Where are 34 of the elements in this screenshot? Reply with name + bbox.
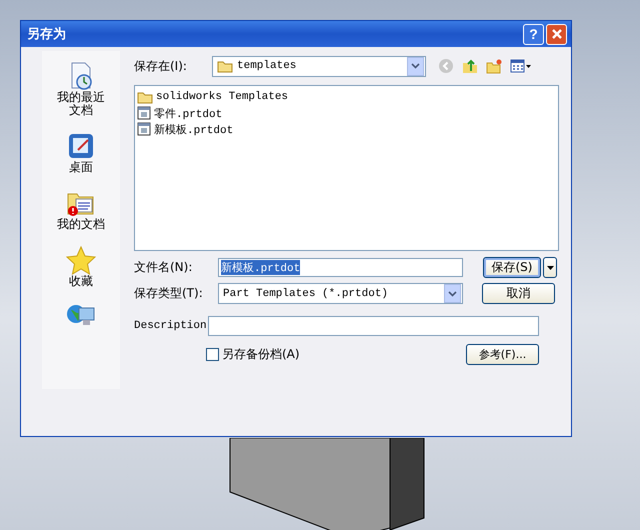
view-menu-icon[interactable] <box>510 58 532 74</box>
save-in-dropdown[interactable]: templates <box>212 56 426 76</box>
new-folder-icon[interactable] <box>486 58 502 74</box>
place-label[interactable]: 桌面 <box>55 161 107 174</box>
desktop-icon[interactable] <box>66 131 96 161</box>
window-title: 另存为 <box>27 26 67 43</box>
file-name-field[interactable]: 新模板.prtdot <box>218 258 463 277</box>
file-item[interactable]: 新模板.prtdot <box>137 121 556 137</box>
folder-icon <box>217 60 233 72</box>
file-item[interactable]: 零件.prtdot <box>137 105 556 121</box>
document-icon <box>137 122 151 136</box>
cancel-button[interactable]: 取消 <box>482 283 555 304</box>
place-label[interactable]: 我的最近文档 <box>55 91 107 117</box>
save-type-dropdown[interactable]: Part Templates (*.prtdot) <box>218 283 463 304</box>
place-label[interactable]: 收藏 <box>55 275 107 288</box>
help-button[interactable]: ? <box>523 24 544 44</box>
browse-button[interactable]: 参考(F)... <box>466 344 539 365</box>
save-button[interactable]: 保存(S) <box>483 257 541 278</box>
save-in-label: 保存在(I): <box>134 58 188 74</box>
close-button[interactable] <box>546 24 567 44</box>
place-label[interactable]: 我的文档 <box>55 218 107 231</box>
save-type-label: 保存类型(T): <box>134 285 204 302</box>
description-label: Description <box>134 320 208 332</box>
folder-icon <box>137 90 153 104</box>
close-icon <box>550 28 562 40</box>
document-icon <box>137 106 151 120</box>
backup-checkbox[interactable]: 另存备份档(A) <box>206 346 300 363</box>
up-folder-icon[interactable] <box>462 58 478 74</box>
description-field[interactable] <box>208 316 539 336</box>
file-name-label: 文件名(N): <box>134 259 194 276</box>
caret-icon <box>546 266 554 270</box>
star-icon[interactable] <box>66 245 96 275</box>
save-options-button[interactable] <box>543 257 557 278</box>
file-item[interactable]: solidworks Templates <box>137 89 556 105</box>
